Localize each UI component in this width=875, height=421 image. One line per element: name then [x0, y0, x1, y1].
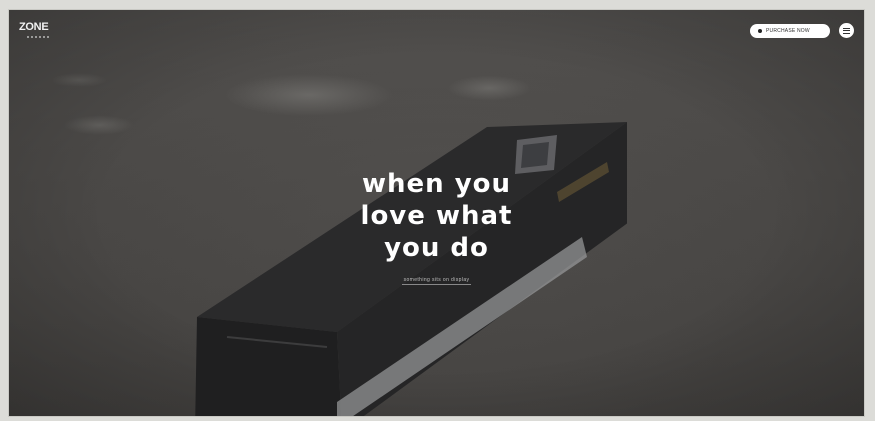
- hero-headline: when you love what you do: [9, 168, 864, 264]
- brand-logo[interactable]: ZONE: [19, 22, 49, 33]
- hero-tagline-text: something sits on display: [401, 277, 472, 285]
- hero-tagline[interactable]: something sits on display: [9, 277, 864, 285]
- menu-button[interactable]: [839, 23, 854, 38]
- purchase-button[interactable]: PURCHASE NOW: [750, 24, 830, 38]
- hamburger-icon: [843, 26, 850, 35]
- headline-line-2: love what: [360, 201, 513, 231]
- cart-icon: [758, 29, 762, 33]
- purchase-button-label: PURCHASE NOW: [766, 28, 810, 34]
- page-frame: ZONE PURCHASE NOW when you love what you…: [9, 10, 864, 416]
- headline-line-3: you do: [384, 233, 489, 263]
- headline-line-1: when you: [361, 169, 512, 199]
- brand-logo-underline: [27, 36, 49, 40]
